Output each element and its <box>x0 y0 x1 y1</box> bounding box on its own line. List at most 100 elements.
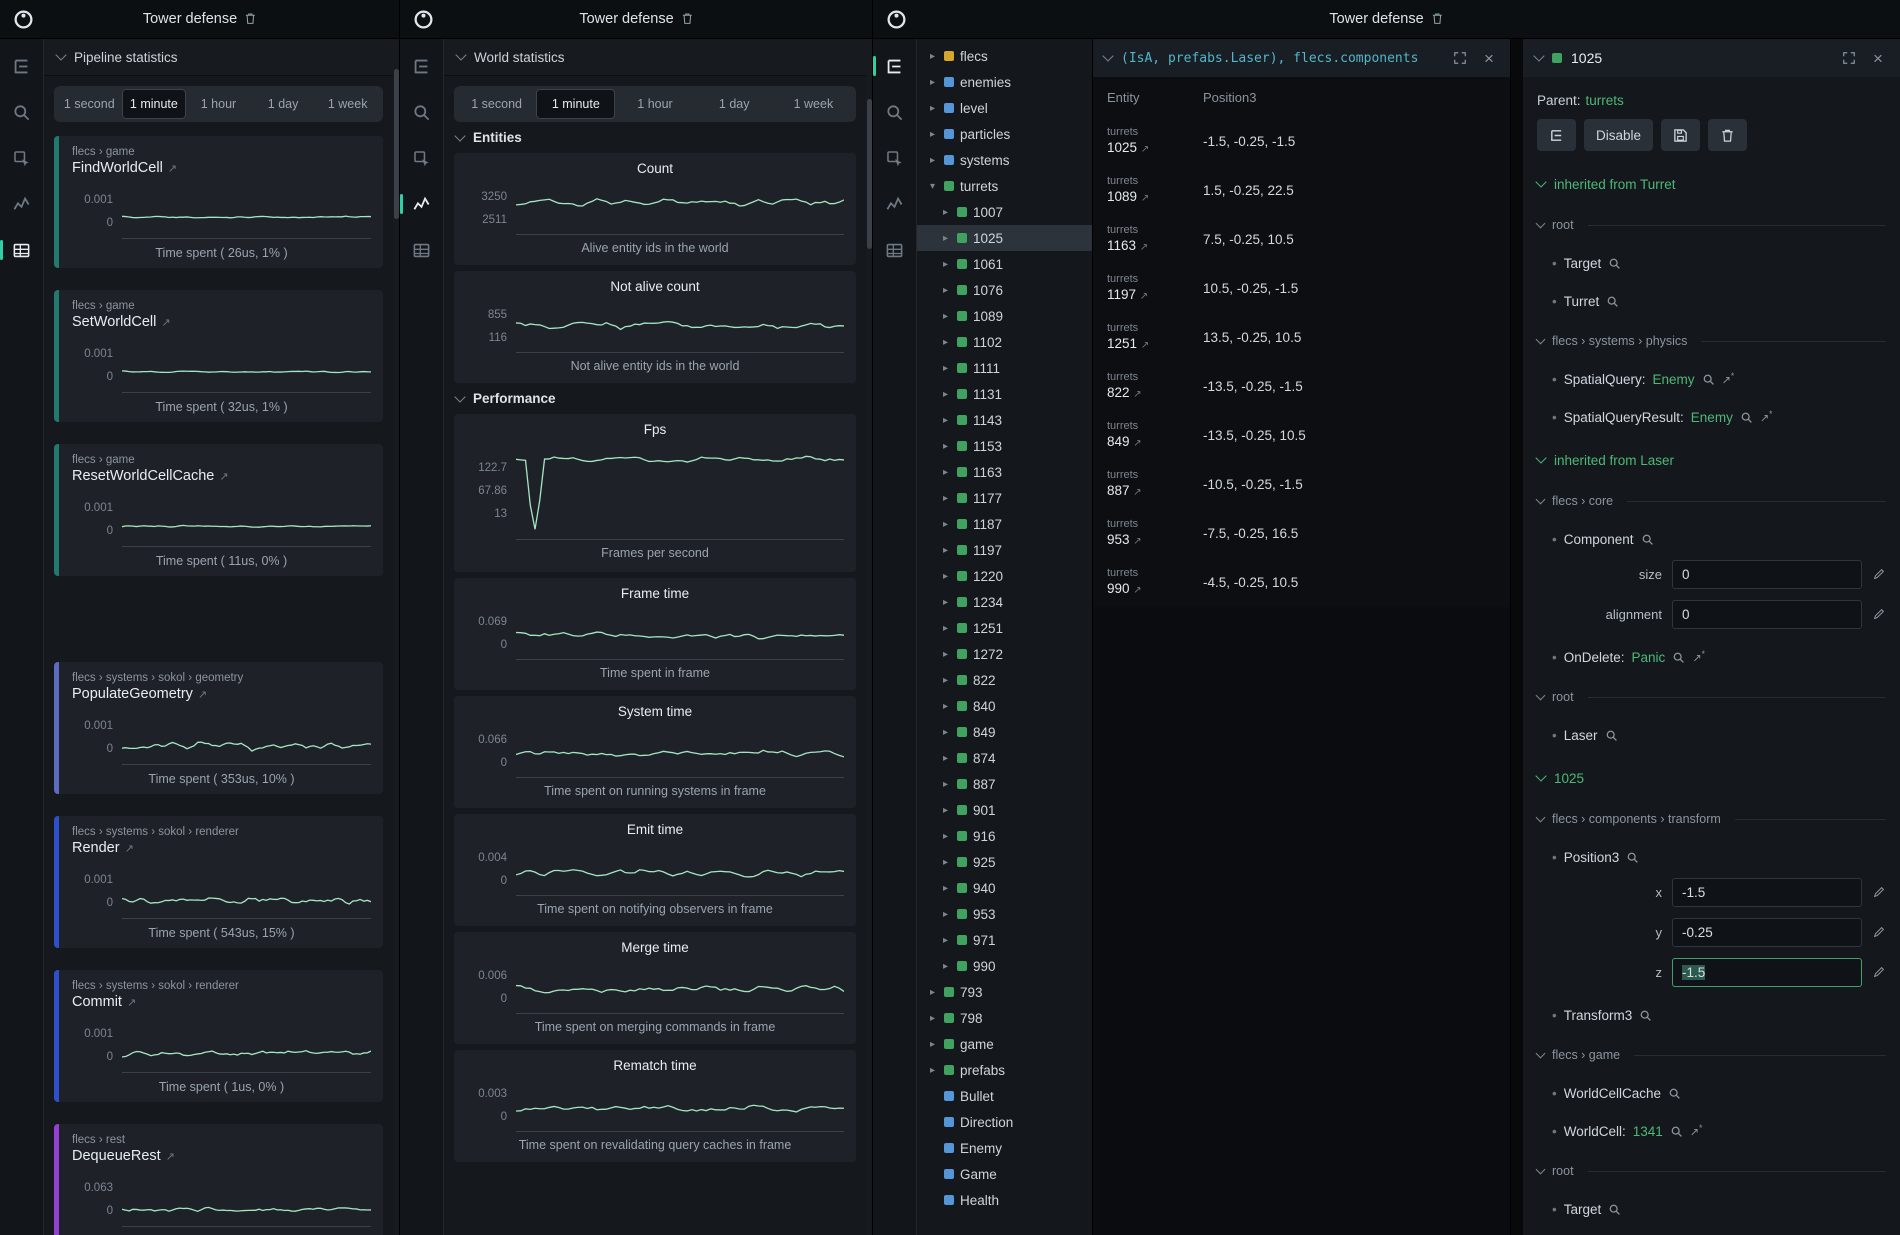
tree-item[interactable]: 1089 <box>917 303 1092 329</box>
table-icon[interactable] <box>882 237 908 263</box>
open-link-icon[interactable]: ↗ <box>1140 242 1148 253</box>
edit-icon[interactable] <box>1872 567 1886 581</box>
world-panel-header[interactable]: World statistics <box>444 39 866 76</box>
tree-item[interactable]: 1007 <box>917 199 1092 225</box>
tree-item[interactable]: 840 <box>917 693 1092 719</box>
tree-item[interactable]: 1163 <box>917 459 1092 485</box>
section-header[interactable]: Performance <box>456 391 854 406</box>
search-icon[interactable] <box>9 99 35 125</box>
time-range-tab[interactable]: 1 hour <box>615 89 694 119</box>
expand-arrow-icon[interactable] <box>940 727 951 738</box>
search-icon[interactable] <box>1672 651 1685 664</box>
open-link-icon[interactable]: ↗ <box>161 316 170 329</box>
pipeline-panel-header[interactable]: Pipeline statistics <box>44 39 393 76</box>
inspector-section-header[interactable]: inherited from Turret <box>1537 171 1886 197</box>
expand-arrow-icon[interactable] <box>940 857 951 868</box>
delete-world-icon[interactable] <box>1431 12 1444 26</box>
tree-item[interactable]: enemies <box>917 69 1092 95</box>
search-icon[interactable] <box>1670 1125 1683 1138</box>
time-range-tab[interactable]: 1 week <box>774 89 853 119</box>
edit-icon[interactable] <box>1872 965 1886 979</box>
entity-id-link[interactable]: 1197 <box>1107 287 1136 302</box>
component-group-header[interactable]: root <box>1537 1159 1886 1183</box>
scrollbar-thumb[interactable] <box>867 99 872 249</box>
chart-icon[interactable] <box>882 191 908 217</box>
component-group-header[interactable]: root <box>1537 685 1886 709</box>
tree-item[interactable]: 1272 <box>917 641 1092 667</box>
expand-arrow-icon[interactable] <box>940 909 951 920</box>
time-range-tab[interactable]: 1 day <box>695 89 774 119</box>
open-link-icon[interactable]: ↗ <box>219 470 228 483</box>
expand-arrow-icon[interactable] <box>940 649 951 660</box>
expand-panel-icon[interactable] <box>1450 48 1470 68</box>
chevron-down-icon[interactable] <box>1102 50 1113 61</box>
entity-id-link[interactable]: 1163 <box>1107 238 1136 253</box>
component-item[interactable]: • Laser ↗* <box>1537 723 1886 747</box>
expand-arrow-icon[interactable] <box>927 181 938 192</box>
scrollbar[interactable] <box>393 39 400 1235</box>
edit-icon[interactable] <box>1872 607 1886 621</box>
time-range-tab[interactable]: 1 hour <box>186 89 251 119</box>
tree-item[interactable]: 1153 <box>917 433 1092 459</box>
tree-item[interactable]: 887 <box>917 771 1092 797</box>
component-group-header[interactable]: flecs › systems › physics <box>1537 329 1886 353</box>
open-link-icon[interactable]: ↗ <box>168 162 177 175</box>
tree-item[interactable]: 1102 <box>917 329 1092 355</box>
query-expression[interactable]: (IsA, prefabs.Laser), flecs.components <box>1121 51 1441 66</box>
entity-id-link[interactable]: 1251 <box>1107 336 1137 351</box>
component-item[interactable]: • Target ↗* <box>1537 251 1886 275</box>
show-in-tree-button[interactable] <box>1537 119 1576 151</box>
delete-button[interactable] <box>1708 119 1747 151</box>
query-row[interactable]: turrets 1163 ↗ 7.5, -0.25, 10.5 <box>1093 215 1510 264</box>
entity-id-link[interactable]: 887 <box>1107 483 1130 498</box>
tree-item[interactable]: 1061 <box>917 251 1092 277</box>
open-link-icon[interactable]: ↗ <box>1133 536 1141 547</box>
expand-arrow-icon[interactable] <box>927 1065 938 1076</box>
chart-icon[interactable] <box>409 191 435 217</box>
entity-id-link[interactable]: 953 <box>1107 532 1130 547</box>
delete-world-icon[interactable] <box>244 12 257 26</box>
table-icon[interactable] <box>409 237 435 263</box>
close-panel-icon[interactable]: × <box>1479 48 1499 68</box>
tree-item[interactable]: 1187 <box>917 511 1092 537</box>
tree-item[interactable]: Enemy <box>917 1135 1092 1161</box>
expand-arrow-icon[interactable] <box>940 467 951 478</box>
open-link-icon[interactable]: ↗ <box>1133 389 1141 400</box>
component-group-header[interactable]: flecs › core <box>1537 489 1886 513</box>
expand-arrow-icon[interactable] <box>940 961 951 972</box>
time-range-tab[interactable]: 1 minute <box>536 89 615 119</box>
chart-icon[interactable] <box>9 191 35 217</box>
delete-world-icon[interactable] <box>681 12 694 26</box>
tree-item[interactable]: 953 <box>917 901 1092 927</box>
scrollbar-thumb[interactable] <box>394 69 399 219</box>
expand-arrow-icon[interactable] <box>927 129 938 140</box>
expand-arrow-icon[interactable] <box>940 779 951 790</box>
tree-item[interactable]: Health <box>917 1187 1092 1213</box>
tree-item[interactable]: 1251 <box>917 615 1092 641</box>
expand-arrow-icon[interactable] <box>940 805 951 816</box>
expand-arrow-icon[interactable] <box>940 883 951 894</box>
expand-arrow-icon[interactable] <box>940 623 951 634</box>
tree-item[interactable]: Bullet <box>917 1083 1092 1109</box>
open-link-icon[interactable]: ↗ <box>1133 487 1141 498</box>
tree-item[interactable]: 916 <box>917 823 1092 849</box>
edit-icon[interactable] <box>1872 925 1886 939</box>
tree-item[interactable]: 971 <box>917 927 1092 953</box>
query-row[interactable]: turrets 822 ↗ -13.5, -0.25, -1.5 <box>1093 362 1510 411</box>
inspector-section-header[interactable]: 1025 <box>1537 765 1886 791</box>
field-input[interactable]: -0.25 <box>1672 918 1862 947</box>
component-item[interactable]: • SpatialQueryResult: Enemy ↗* <box>1537 405 1886 429</box>
component-item[interactable]: • Transform3 ↗* <box>1537 1003 1886 1027</box>
tree-item[interactable]: 1234 <box>917 589 1092 615</box>
tree-item[interactable]: turrets <box>917 173 1092 199</box>
query-row[interactable]: turrets 990 ↗ -4.5, -0.25, 10.5 <box>1093 558 1510 607</box>
tree-item[interactable]: prefabs <box>917 1057 1092 1083</box>
open-link-icon[interactable]: ↗ <box>198 688 207 701</box>
expand-arrow-icon[interactable] <box>940 441 951 452</box>
tree-item[interactable]: flecs <box>917 43 1092 69</box>
parent-link[interactable]: turrets <box>1586 93 1624 108</box>
tree-item[interactable]: 1076 <box>917 277 1092 303</box>
component-item[interactable]: • WorldCellCache ↗* <box>1537 1081 1886 1105</box>
tree-item[interactable]: 1143 <box>917 407 1092 433</box>
component-group-header[interactable]: root <box>1537 213 1886 237</box>
